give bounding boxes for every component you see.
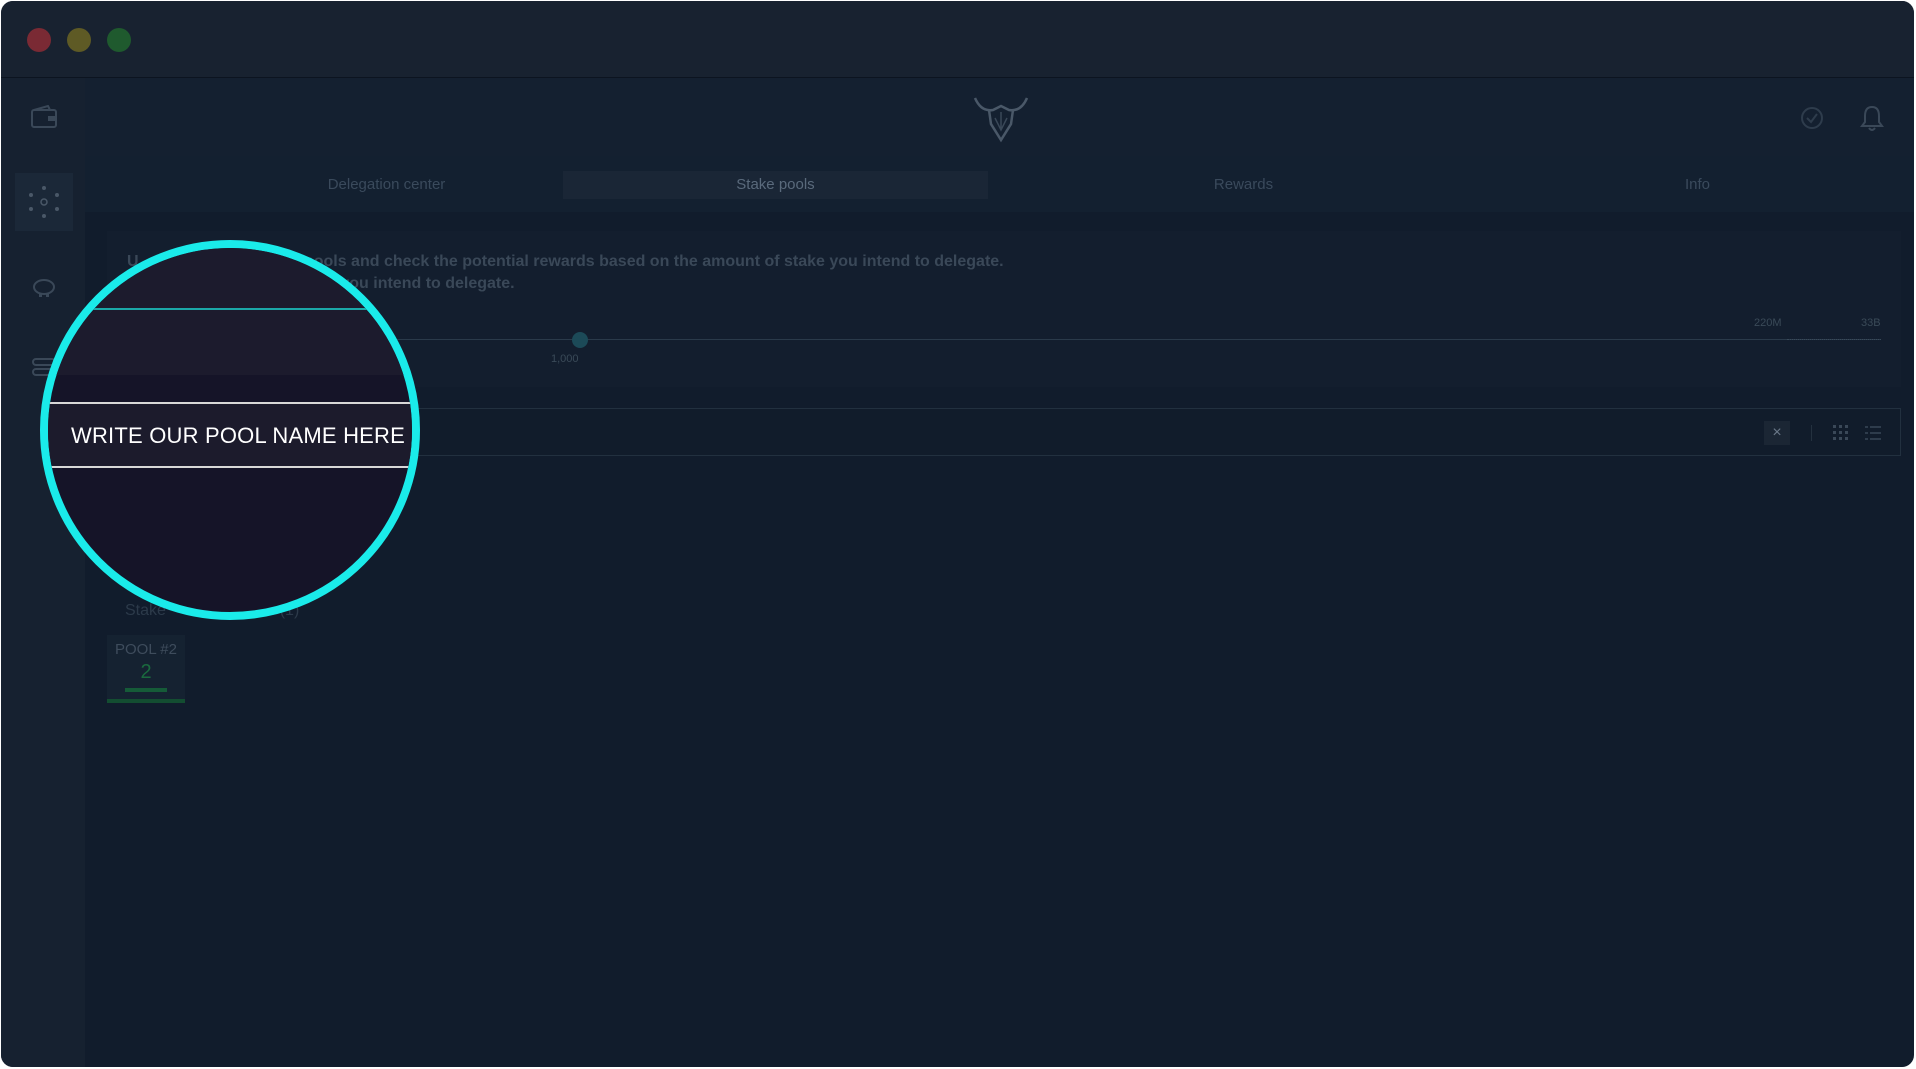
tab-delegation-center[interactable]: Delegation center (174, 171, 599, 199)
sidebar-item-stake-pools[interactable] (15, 173, 73, 231)
search-input-value: WRITE OUR POOL NAME HERE (71, 423, 406, 448)
maximize-window-button[interactable] (107, 28, 131, 52)
tab-stake-pools[interactable]: Stake pools (563, 171, 988, 199)
magnified-panel-area (48, 248, 412, 375)
magnifier-overlay: WRITE OUR POOL NAME HERE (40, 240, 420, 620)
stake-slider-handle[interactable] (572, 332, 588, 348)
tab-rewards[interactable]: Rewards (1031, 171, 1456, 199)
stake-pools-dots-icon (29, 186, 59, 218)
search-divider (1811, 425, 1812, 441)
pool-rank: 2 (140, 661, 152, 683)
pool-card[interactable]: POOL #2 2 (107, 635, 185, 703)
sidebar-item-wallet[interactable] (25, 98, 63, 136)
tab-bar: Delegation center Stake pools Rewards In… (85, 156, 1914, 212)
tab-info[interactable]: Info (1485, 171, 1910, 199)
slider-tick-220m: 220M (1754, 317, 1782, 329)
title-bar (1, 1, 1914, 78)
magnified-slider-line (48, 308, 412, 310)
bull-logo-icon (973, 97, 1029, 143)
sidebar (1, 78, 85, 1067)
slider-tick-33b: 33B (1861, 317, 1881, 329)
pool-rank-bar (125, 688, 167, 692)
magnified-search-input[interactable]: WRITE OUR POOL NAME HERE (48, 402, 412, 468)
minimize-window-button[interactable] (67, 28, 91, 52)
bell-icon[interactable] (1858, 104, 1886, 132)
stake-slider-value: 1,000 (551, 353, 579, 365)
stake-slider-dotted-segment (1787, 339, 1881, 340)
pool-card-bottom-border (107, 699, 185, 703)
pool-name: POOL #2 (115, 641, 177, 658)
list-view-icon[interactable] (1864, 424, 1882, 442)
sync-check-icon[interactable] (1798, 104, 1826, 132)
clear-search-button[interactable]: × (1764, 421, 1790, 445)
header (85, 78, 1914, 156)
grid-view-icon[interactable] (1832, 424, 1850, 442)
wallet-icon (31, 105, 57, 128)
app-window: Delegation center Stake pools Rewards In… (1, 1, 1914, 1067)
close-window-button[interactable] (27, 28, 51, 52)
